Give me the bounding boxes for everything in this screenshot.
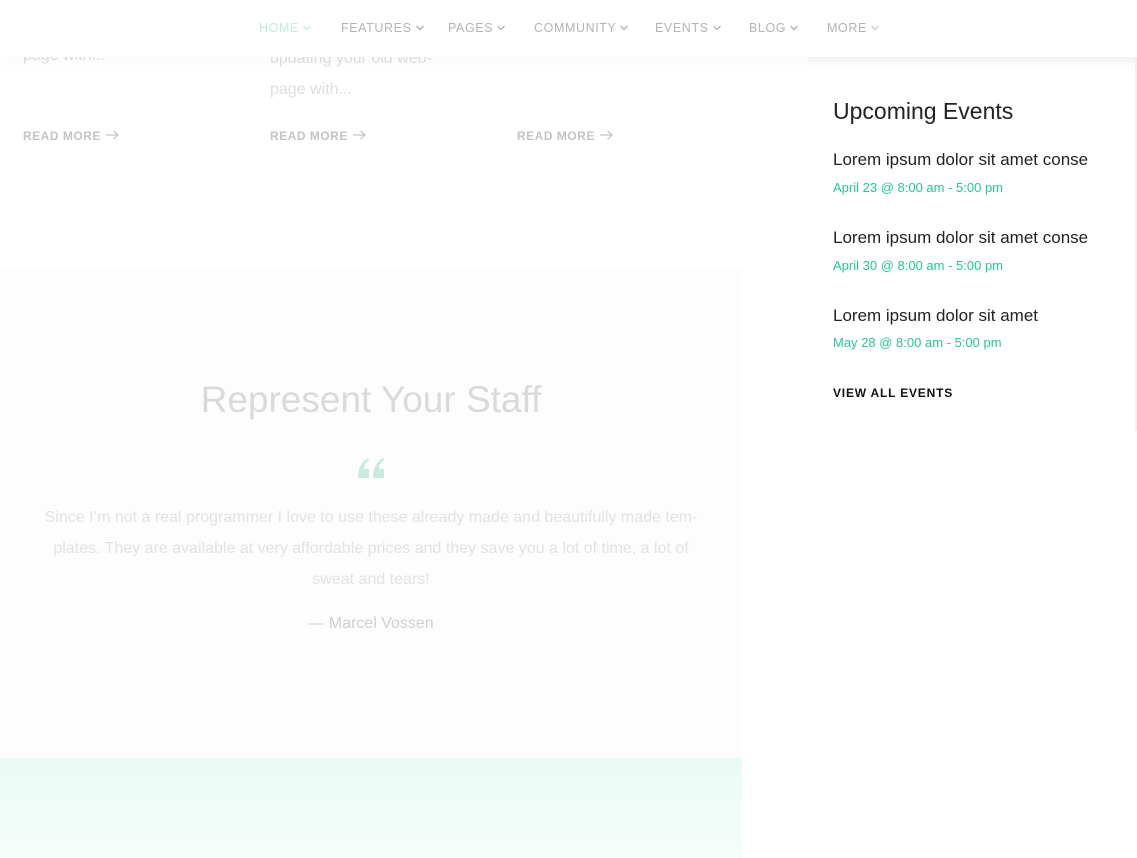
- event-title[interactable]: Lorem ipsum dolor sit amet conse: [833, 149, 1088, 171]
- nav-item-label: BLOG: [749, 21, 787, 35]
- quote-line: Since I’m not a real programmer I love t…: [44, 509, 698, 526]
- sidebar-shadow: [808, 57, 1137, 69]
- nav-item-more[interactable]: MORE: [827, 21, 880, 35]
- post-excerpt-line: page with...: [270, 81, 352, 98]
- quote-line: sweat and tears!: [312, 571, 430, 588]
- top-navbar: HOME FEATURES PAGES COMMUNITY EVENTS BLO…: [0, 0, 1137, 57]
- nav-item-features[interactable]: FEATURES: [341, 21, 425, 35]
- events-heading: Upcoming Events: [833, 98, 1014, 124]
- read-more-link[interactable]: READ MORE: [270, 129, 366, 143]
- view-all-events-link[interactable]: VIEW ALL EVENTS: [833, 386, 953, 400]
- event-date: April 30 @ 8:00 am - 5:00 pm: [833, 258, 1003, 273]
- nav-item-home[interactable]: HOME: [259, 21, 312, 35]
- chevron-down-icon: [790, 25, 799, 31]
- chevron-down-icon: [415, 25, 424, 31]
- nav-item-blog[interactable]: BLOG: [749, 21, 799, 35]
- quote-icon: [358, 458, 384, 478]
- section-title: Represent Your Staff: [200, 379, 542, 420]
- nav-item-label: EVENTS: [655, 21, 709, 35]
- nav-item-community[interactable]: COMMUNITY: [534, 21, 629, 35]
- chevron-down-icon: [870, 25, 879, 31]
- chevron-down-icon: [497, 25, 506, 31]
- read-more-label: READ MORE: [270, 129, 348, 143]
- event-date: May 28 @ 8:00 am - 5:00 pm: [833, 335, 1002, 350]
- nav-item-label: PAGES: [448, 21, 494, 35]
- nav-item-label: HOME: [259, 21, 299, 35]
- arrow-right-icon: [352, 130, 366, 140]
- events-sidebar: [808, 57, 1137, 858]
- nav-item-label: FEATURES: [341, 21, 412, 35]
- read-more-label: READ MORE: [23, 129, 101, 143]
- testimonial-quote: Since I’m not a real programmer I love t…: [22, 502, 720, 595]
- quote-line: plates. They are available at very affor…: [53, 540, 689, 557]
- nav-item-label: COMMUNITY: [534, 21, 617, 35]
- event-title[interactable]: Lorem ipsum dolor sit amet conse: [833, 227, 1088, 249]
- nav-item-events[interactable]: EVENTS: [655, 21, 722, 35]
- chevron-down-icon: [620, 25, 629, 31]
- nav-item-label: MORE: [827, 21, 867, 35]
- event-date: April 23 @ 8:00 am - 5:00 pm: [833, 180, 1003, 195]
- read-more-label: READ MORE: [517, 129, 595, 143]
- read-more-link[interactable]: READ MORE: [517, 129, 613, 143]
- arrow-right-icon: [599, 130, 613, 140]
- testimonial-author: — Marcel Vossen: [308, 615, 434, 632]
- arrow-right-icon: [105, 130, 119, 140]
- chevron-down-icon: [302, 25, 311, 31]
- event-title[interactable]: Lorem ipsum dolor sit amet: [833, 305, 1038, 327]
- read-more-link[interactable]: READ MORE: [23, 129, 119, 143]
- nav-item-pages[interactable]: PAGES: [448, 21, 506, 35]
- chevron-down-icon: [712, 25, 721, 31]
- mint-section: [0, 758, 742, 858]
